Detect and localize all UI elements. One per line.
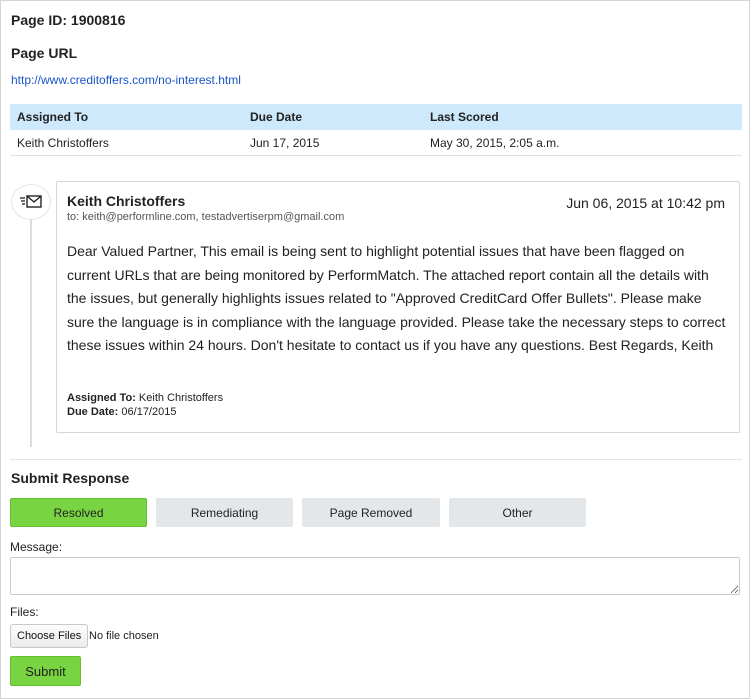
meta-assigned-to: Assigned To: Keith Christoffers xyxy=(67,391,223,405)
choose-files-button[interactable]: Choose Files xyxy=(10,624,89,648)
page-id: Page ID: 1900816 xyxy=(11,12,126,28)
page-removed-button[interactable]: Page Removed xyxy=(302,498,440,527)
meta-due-date-label: Due Date: xyxy=(67,406,119,418)
table-row: Keith Christoffers Jun 17, 2015 May 30, … xyxy=(10,130,742,156)
resolved-button[interactable]: Resolved xyxy=(10,498,147,527)
remediating-button[interactable]: Remediating xyxy=(156,498,293,527)
page-url-label: Page URL xyxy=(11,45,78,61)
column-header-last-scored: Last Scored xyxy=(423,104,742,130)
submit-response-title: Submit Response xyxy=(11,470,130,486)
cell-due-date: Jun 17, 2015 xyxy=(243,130,423,156)
meta-assigned-to-label: Assigned To: xyxy=(67,392,136,404)
cell-last-scored: May 30, 2015, 2:05 a.m. xyxy=(423,130,742,156)
page-container: Page ID: 1900816 Page URL http://www.cre… xyxy=(0,0,750,699)
file-status: No file chosen xyxy=(89,630,159,642)
message-recipients: to: keith@performline.com, testadvertise… xyxy=(67,211,345,223)
meta-assigned-to-value: Keith Christoffers xyxy=(138,392,224,404)
meta-due-date-value: 06/17/2015 xyxy=(121,406,177,418)
message-date: Jun 06, 2015 at 10:42 pm xyxy=(566,195,725,211)
message-input[interactable] xyxy=(10,557,740,595)
files-label: Files: xyxy=(10,605,39,619)
cell-assigned-to: Keith Christoffers xyxy=(10,130,243,156)
column-header-assigned-to: Assigned To xyxy=(10,104,243,130)
page-url-link[interactable]: http://www.creditoffers.com/no-interest.… xyxy=(11,73,241,87)
assignment-table: Assigned To Due Date Last Scored Keith C… xyxy=(10,104,742,156)
meta-due-date: Due Date: 06/17/2015 xyxy=(67,405,223,419)
submit-button[interactable]: Submit xyxy=(10,656,81,686)
table-header-row: Assigned To Due Date Last Scored xyxy=(10,104,742,130)
message-meta: Assigned To: Keith Christoffers Due Date… xyxy=(67,391,223,419)
other-button[interactable]: Other xyxy=(449,498,586,527)
mail-icon xyxy=(11,184,51,220)
column-header-due-date: Due Date xyxy=(243,104,423,130)
message-sender: Keith Christoffers xyxy=(67,193,186,209)
timeline-line xyxy=(30,215,32,447)
message-card: Keith Christoffers to: keith@performline… xyxy=(56,181,740,433)
message-body: Dear Valued Partner, This email is being… xyxy=(67,243,726,353)
message-label: Message: xyxy=(10,540,63,554)
section-divider xyxy=(10,459,742,460)
